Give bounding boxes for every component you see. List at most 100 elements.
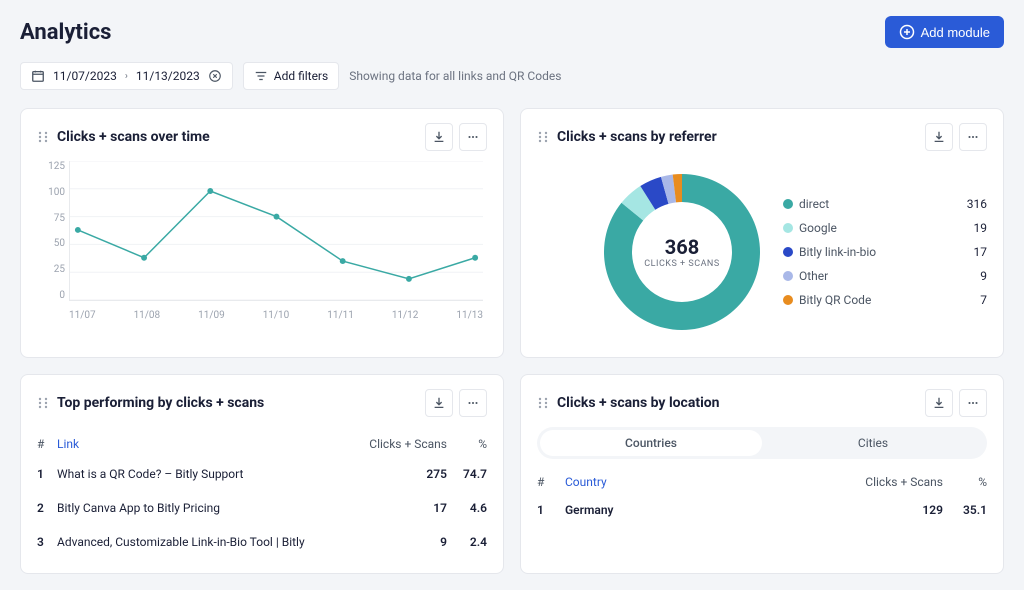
legend-value: 19 [963, 221, 987, 235]
row-country: Germany [565, 503, 853, 517]
drag-handle-icon[interactable] [37, 396, 49, 410]
chevron-right-icon: › [125, 71, 128, 82]
plus-circle-icon [899, 24, 915, 40]
legend-label: direct [799, 197, 957, 211]
segment-cities[interactable]: Cities [762, 430, 984, 456]
card-location: Clicks + scans by location Countries Cit… [520, 374, 1004, 574]
card-title-over-time: Clicks + scans over time [57, 129, 210, 145]
download-icon [432, 396, 446, 410]
page-title: Analytics [20, 20, 111, 45]
more-button[interactable] [959, 123, 987, 151]
row-clicks: 9 [357, 535, 447, 549]
legend-row: direct 316 [783, 197, 987, 211]
card-title-referrer: Clicks + scans by referrer [557, 129, 717, 145]
table-row[interactable]: 1What is a QR Code? – Bitly Support27574… [37, 457, 487, 491]
swatch-icon [783, 247, 793, 257]
legend-label: Bitly QR Code [799, 293, 957, 307]
row-clicks: 17 [357, 501, 447, 515]
more-icon [966, 396, 980, 410]
download-button[interactable] [925, 389, 953, 417]
row-pct: 74.7 [447, 467, 487, 481]
more-button[interactable] [459, 123, 487, 151]
lh-pct: % [943, 475, 987, 489]
row-pct: 2.4 [447, 535, 487, 549]
legend-row: Bitly QR Code 7 [783, 293, 987, 307]
swatch-icon [783, 223, 793, 233]
row-pct: 35.1 [943, 503, 987, 517]
table-row[interactable]: 3Advanced, Customizable Link-in-Bio Tool… [37, 525, 487, 559]
top-table-head: # Link Clicks + Scans % [37, 427, 487, 457]
drag-handle-icon[interactable] [37, 130, 49, 144]
download-icon [432, 130, 446, 144]
swatch-icon [783, 199, 793, 209]
table-row[interactable]: 1Germany12935.1 [537, 493, 987, 527]
more-icon [466, 130, 480, 144]
row-link: What is a QR Code? – Bitly Support [57, 467, 357, 481]
card-referrer: Clicks + scans by referrer 368 CLI [520, 108, 1004, 358]
legend-value: 9 [963, 269, 987, 283]
legend-value: 7 [963, 293, 987, 307]
row-num: 2 [37, 501, 57, 515]
legend-row: Google 19 [783, 221, 987, 235]
segment-countries[interactable]: Countries [540, 430, 762, 456]
row-clicks: 275 [357, 467, 447, 481]
add-module-button[interactable]: Add module [885, 16, 1004, 48]
card-over-time: Clicks + scans over time 1251007550250 1… [20, 108, 504, 358]
row-pct: 4.6 [447, 501, 487, 515]
legend-row: Other 9 [783, 269, 987, 283]
donut-sub: CLICKS + SCANS [644, 259, 719, 269]
th-pct: % [447, 437, 487, 451]
download-button[interactable] [425, 389, 453, 417]
add-filters-label: Add filters [274, 69, 328, 83]
legend-value: 316 [963, 197, 987, 211]
more-icon [966, 130, 980, 144]
filter-icon [254, 69, 268, 83]
th-clicks-scans: Clicks + Scans [357, 437, 447, 451]
th-num: # [37, 437, 57, 451]
drag-handle-icon[interactable] [537, 396, 549, 410]
legend-row: Bitly link-in-bio 17 [783, 245, 987, 259]
row-num: 1 [537, 503, 565, 517]
add-filters-button[interactable]: Add filters [243, 62, 339, 90]
legend-value: 17 [963, 245, 987, 259]
row-num: 1 [37, 467, 57, 481]
table-row[interactable]: 2Bitly Canva App to Bitly Pricing174.6 [37, 491, 487, 525]
download-button[interactable] [425, 123, 453, 151]
th-link[interactable]: Link [57, 437, 357, 451]
row-link: Advanced, Customizable Link-in-Bio Tool … [57, 535, 357, 549]
more-button[interactable] [959, 389, 987, 417]
card-title-top: Top performing by clicks + scans [57, 395, 264, 411]
location-segment: Countries Cities [537, 427, 987, 459]
date-from: 11/07/2023 [53, 69, 117, 83]
line-chart: 1251007550250 11/0711/0811/0911/1011/111… [37, 161, 487, 321]
date-to: 11/13/2023 [136, 69, 200, 83]
download-icon [932, 130, 946, 144]
row-num: 3 [37, 535, 57, 549]
date-range-picker[interactable]: 11/07/2023 › 11/13/2023 [20, 62, 233, 90]
card-top-performing: Top performing by clicks + scans # Link … [20, 374, 504, 574]
location-table-head: # Country Clicks + Scans % [537, 467, 987, 493]
row-link: Bitly Canva App to Bitly Pricing [57, 501, 357, 515]
lh-country[interactable]: Country [565, 475, 853, 489]
donut-total: 368 [644, 235, 719, 259]
calendar-icon [31, 69, 45, 83]
donut-chart: 368 CLICKS + SCANS [597, 167, 767, 337]
more-icon [466, 396, 480, 410]
download-button[interactable] [925, 123, 953, 151]
download-icon [932, 396, 946, 410]
card-title-location: Clicks + scans by location [557, 395, 720, 411]
more-button[interactable] [459, 389, 487, 417]
legend-label: Google [799, 221, 957, 235]
lh-num: # [537, 475, 565, 489]
legend-label: Bitly link-in-bio [799, 245, 957, 259]
add-module-label: Add module [921, 25, 990, 40]
close-circle-icon[interactable] [208, 69, 222, 83]
row-clicks: 129 [853, 503, 943, 517]
swatch-icon [783, 295, 793, 305]
lh-clicks-scans: Clicks + Scans [853, 475, 943, 489]
showing-meta: Showing data for all links and QR Codes [349, 69, 561, 83]
referrer-legend: direct 316 Google 19 Bitly link-in-bio 17 Othe… [783, 197, 987, 307]
swatch-icon [783, 271, 793, 281]
drag-handle-icon[interactable] [537, 130, 549, 144]
legend-label: Other [799, 269, 957, 283]
